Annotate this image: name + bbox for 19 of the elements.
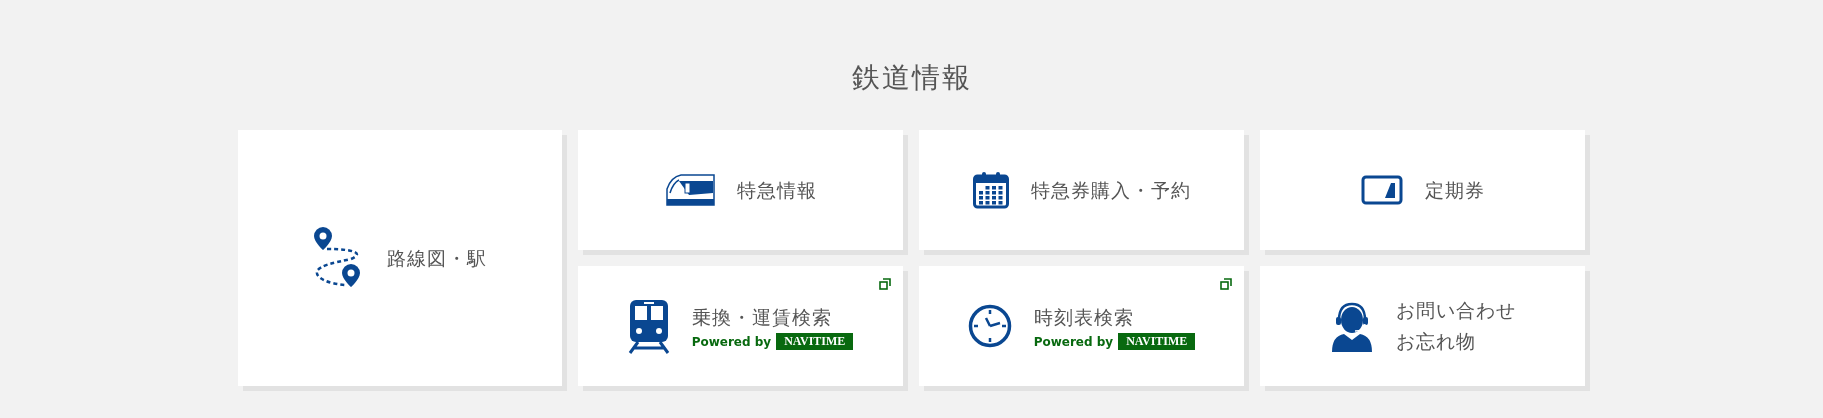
train-icon [627, 298, 670, 354]
card-label: 特急情報 [736, 177, 817, 203]
express-train-icon [664, 173, 715, 207]
brand-logo: NAVITIME [1118, 333, 1196, 350]
card-label: 定期券 [1424, 177, 1485, 203]
powered-by-text: Powered by [691, 333, 772, 351]
calendar-icon [972, 171, 1009, 209]
clock-icon [967, 304, 1012, 348]
card-label: 時刻表検索 [1033, 304, 1135, 330]
card-label: お問い合わせ [1395, 298, 1516, 323]
card-label: 乗換・運賃検索 [691, 304, 833, 330]
card-label: 路線図・駅 [387, 245, 487, 271]
brand-logo: NAVITIME [776, 333, 854, 350]
card-icon [1360, 175, 1403, 205]
card-label: お忘れ物 [1395, 329, 1477, 354]
headset-person-icon [1329, 300, 1374, 352]
card-label: 特急券購入・予約 [1030, 177, 1191, 203]
powered-by-text: Powered by [1033, 333, 1114, 351]
section-title: 鉄道情報 [851, 60, 972, 96]
